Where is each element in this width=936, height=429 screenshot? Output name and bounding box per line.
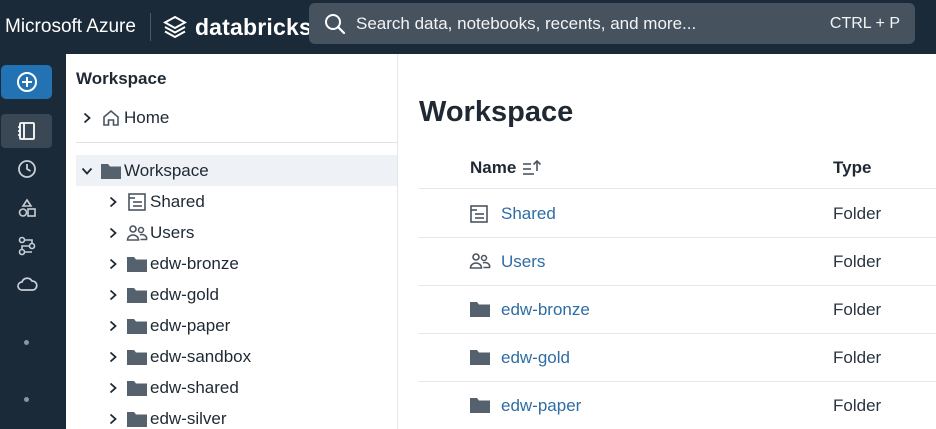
- folder-icon: [469, 300, 491, 323]
- chevron-down-icon[interactable]: [76, 166, 98, 176]
- users-icon: [469, 252, 491, 275]
- chevron-right-icon[interactable]: [102, 320, 124, 332]
- shared-folder-icon: [469, 204, 489, 229]
- catalog-icon: [18, 198, 36, 217]
- rail-more-dot[interactable]: [24, 397, 29, 402]
- recents-icon: [17, 160, 36, 178]
- tree-item-folder[interactable]: edw-bronze: [102, 248, 397, 279]
- row-name-link[interactable]: edw-bronze: [501, 300, 590, 320]
- tree-item-label: Workspace: [124, 160, 209, 180]
- chevron-right-icon[interactable]: [102, 382, 124, 394]
- chevron-right-icon[interactable]: [102, 196, 124, 208]
- top-bar: Microsoft Azure databricks Search data, …: [0, 0, 936, 54]
- folder-icon: [124, 317, 150, 335]
- folder-icon: [124, 348, 150, 366]
- home-icon: [98, 108, 124, 128]
- row-type: Folder: [833, 300, 882, 319]
- tree-item-label: edw-bronze: [150, 253, 239, 273]
- chevron-right-icon[interactable]: [102, 258, 124, 270]
- azure-brand[interactable]: Microsoft Azure: [5, 16, 136, 38]
- sort-ascending-icon[interactable]: [522, 159, 542, 177]
- search-shortcut: CTRL + P: [829, 14, 900, 32]
- folder-icon: [124, 379, 150, 397]
- tree-title: Workspace: [76, 69, 167, 88]
- nav-catalog[interactable]: [0, 191, 53, 225]
- tree-item-label: edw-paper: [150, 315, 231, 335]
- nav-workspace[interactable]: [1, 114, 52, 148]
- tree-item-label: edw-gold: [150, 284, 219, 304]
- tree-item-folder[interactable]: edw-sandbox: [102, 341, 397, 372]
- nav-compute[interactable]: [0, 268, 53, 302]
- tree-item-label: edw-shared: [150, 377, 239, 397]
- column-header-type[interactable]: Type: [833, 158, 871, 178]
- tree-item-label: Users: [150, 222, 195, 242]
- tree-item-folder[interactable]: edw-shared: [102, 372, 397, 403]
- folder-icon: [124, 410, 150, 428]
- new-icon: [16, 72, 37, 92]
- tree-item-folder[interactable]: edw-silver: [102, 403, 397, 429]
- databricks-logo-icon: [162, 15, 187, 39]
- chevron-right-icon[interactable]: [76, 112, 98, 124]
- table-row[interactable]: edw-paper Folder: [419, 382, 936, 429]
- tree-item-home[interactable]: Home: [76, 102, 397, 133]
- compute-icon: [16, 277, 38, 291]
- brand-divider: [149, 13, 151, 41]
- column-header-label: Name: [470, 158, 517, 177]
- tree-item-label: Home: [124, 107, 170, 127]
- tree-divider: [76, 142, 397, 143]
- folder-icon: [124, 286, 150, 304]
- workflows-icon: [18, 236, 35, 256]
- tree-item-folder[interactable]: edw-paper: [102, 310, 397, 341]
- table-row[interactable]: edw-bronze Folder: [419, 286, 936, 334]
- table-row[interactable]: Users Folder: [419, 238, 936, 286]
- chevron-right-icon[interactable]: [102, 227, 124, 239]
- search-icon: [325, 13, 346, 34]
- folder-icon: [124, 255, 150, 273]
- nav-recents[interactable]: [0, 152, 53, 186]
- table-header: Name Type: [419, 149, 936, 189]
- left-nav-rail: [0, 54, 66, 429]
- chevron-right-icon[interactable]: [102, 289, 124, 301]
- folder-icon: [98, 162, 124, 180]
- new-button[interactable]: [1, 65, 52, 99]
- tree-item-shared[interactable]: Shared: [102, 186, 397, 217]
- row-type: Folder: [833, 252, 882, 271]
- tree-item-label: edw-silver: [150, 408, 227, 428]
- chevron-right-icon[interactable]: [102, 351, 124, 363]
- shared-folder-icon: [124, 192, 150, 212]
- folder-icon: [469, 396, 491, 419]
- tree-item-folder[interactable]: edw-gold: [102, 279, 397, 310]
- workspace-tree-panel: Workspace Home Workspace Shared Users ed…: [66, 54, 398, 429]
- chevron-right-icon[interactable]: [102, 413, 124, 425]
- tree-item-label: Shared: [150, 191, 205, 211]
- users-icon: [124, 224, 150, 242]
- folder-icon: [469, 348, 491, 371]
- global-search[interactable]: Search data, notebooks, recents, and mor…: [309, 3, 915, 44]
- nav-workflows[interactable]: [0, 229, 53, 263]
- databricks-logo-text: databricks: [194, 13, 312, 40]
- row-name-link[interactable]: Shared: [501, 204, 556, 224]
- column-header-name[interactable]: Name: [470, 158, 542, 178]
- row-type: Folder: [833, 348, 882, 367]
- row-type: Folder: [833, 396, 882, 415]
- row-name-link[interactable]: Users: [501, 252, 545, 272]
- tree-item-workspace[interactable]: Workspace: [76, 155, 397, 186]
- page-title: Workspace: [419, 96, 574, 128]
- table-row[interactable]: Shared Folder: [419, 190, 936, 238]
- row-name-link[interactable]: edw-gold: [501, 348, 570, 368]
- row-name-link[interactable]: edw-paper: [501, 396, 581, 416]
- table-row[interactable]: edw-gold Folder: [419, 334, 936, 382]
- tree-item-label: edw-sandbox: [150, 346, 252, 366]
- search-placeholder: Search data, notebooks, recents, and mor…: [356, 13, 697, 33]
- row-type: Folder: [833, 204, 882, 223]
- workspace-icon: [17, 122, 35, 140]
- databricks-logo[interactable]: databricks: [162, 13, 312, 41]
- main-content: Workspace Name Type Shared Folder Users …: [399, 54, 936, 429]
- tree-item-users[interactable]: Users: [102, 217, 397, 248]
- rail-more-dot[interactable]: [24, 340, 29, 345]
